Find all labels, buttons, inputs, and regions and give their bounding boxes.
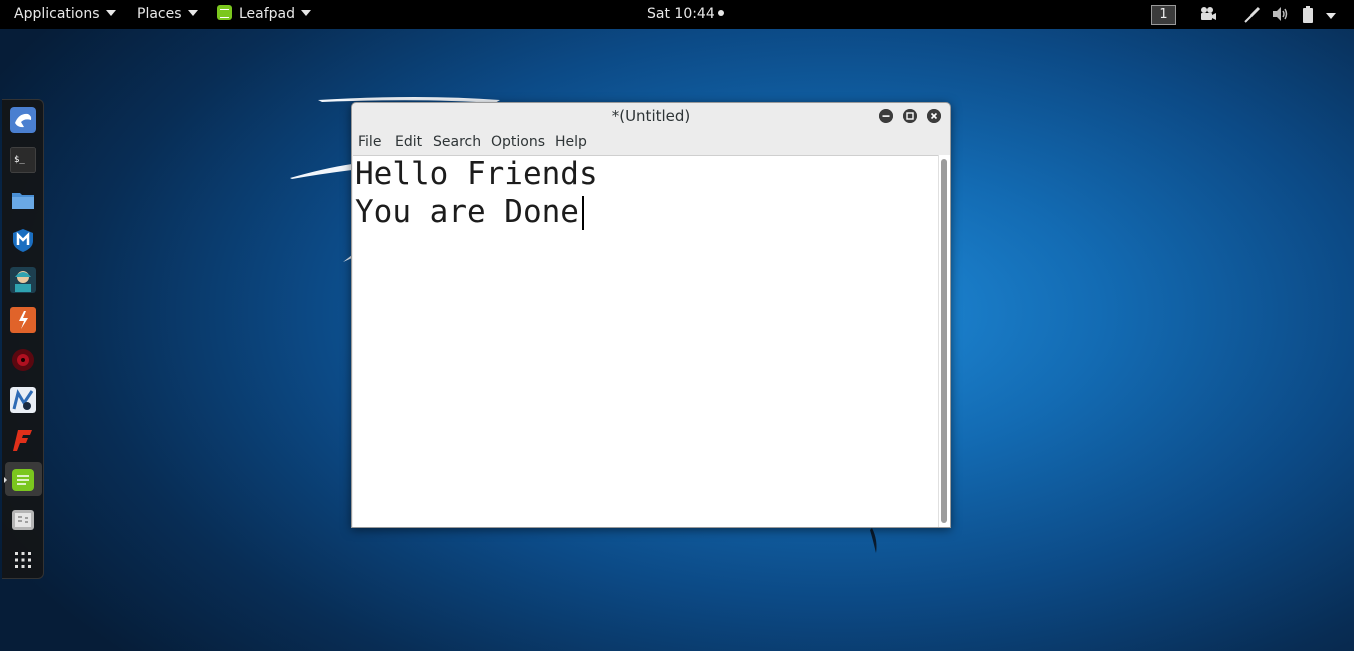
battery-icon[interactable] [1302,6,1314,23]
app-menu[interactable]: Leafpad [217,0,312,29]
window-title: *(Untitled) [611,107,691,125]
maltego-icon[interactable] [10,387,36,413]
menu-options[interactable]: Options [491,134,545,150]
svg-text:$_: $_ [14,155,25,165]
chevron-down-icon [187,10,198,16]
leafpad-icon[interactable] [10,467,36,493]
app-menu-label: Leafpad [239,6,296,22]
applications-menu[interactable]: Applications [14,0,116,29]
applications-label: Applications [14,6,100,22]
armitage-icon[interactable] [10,267,36,293]
window-titlebar[interactable]: *(Untitled) [352,103,950,129]
workspace-indicator[interactable]: 1 [1151,5,1176,25]
video-camera-icon[interactable] [1199,6,1217,22]
dash-dock: $_ [2,99,44,579]
editor-line-1: Hello Friends [355,156,598,192]
clock[interactable]: Sat 10:44 [647,0,724,29]
faraday-icon[interactable] [10,427,36,453]
menu-help[interactable]: Help [555,134,587,150]
notification-dot-icon [717,10,724,16]
places-menu[interactable]: Places [137,0,198,29]
top-panel: Applications Places Leafpad Sat 10:44 1 [0,0,1354,29]
chevron-down-icon [301,10,312,16]
chevron-down-icon [105,10,116,16]
menu-search[interactable]: Search [433,134,481,150]
text-cursor [582,196,584,230]
leafpad-icon [217,5,232,20]
minimize-icon[interactable] [879,109,893,123]
leafpad-window: *(Untitled) File Edit Search Options Hel… [351,102,951,528]
network-wired-icon[interactable] [1243,6,1261,24]
cherrytree-icon[interactable] [10,507,36,533]
terminal-icon[interactable]: $_ [10,147,36,173]
burpsuite-icon[interactable] [10,307,36,333]
text-editor-area[interactable]: Hello Friends You are Done [353,155,938,527]
show-apps-grid-icon[interactable] [10,547,36,573]
system-menu-chevron-icon[interactable] [1326,13,1336,19]
menu-file[interactable]: File [358,134,381,150]
places-label: Places [137,6,182,22]
menubar: File Edit Search Options Help [352,130,950,155]
metasploit-icon[interactable] [10,227,36,253]
maximize-icon[interactable] [903,109,917,123]
scrollbar-thumb[interactable] [941,159,947,523]
kali-dragon-icon[interactable] [10,107,36,133]
volume-icon[interactable] [1272,6,1290,22]
close-icon[interactable] [927,109,941,123]
beef-icon[interactable] [10,347,36,373]
clock-label: Sat 10:44 [647,6,715,22]
running-indicator-icon [4,477,7,483]
editor-line-2: You are Done [355,194,579,230]
menu-edit[interactable]: Edit [395,134,422,150]
folder-icon[interactable] [10,187,36,213]
